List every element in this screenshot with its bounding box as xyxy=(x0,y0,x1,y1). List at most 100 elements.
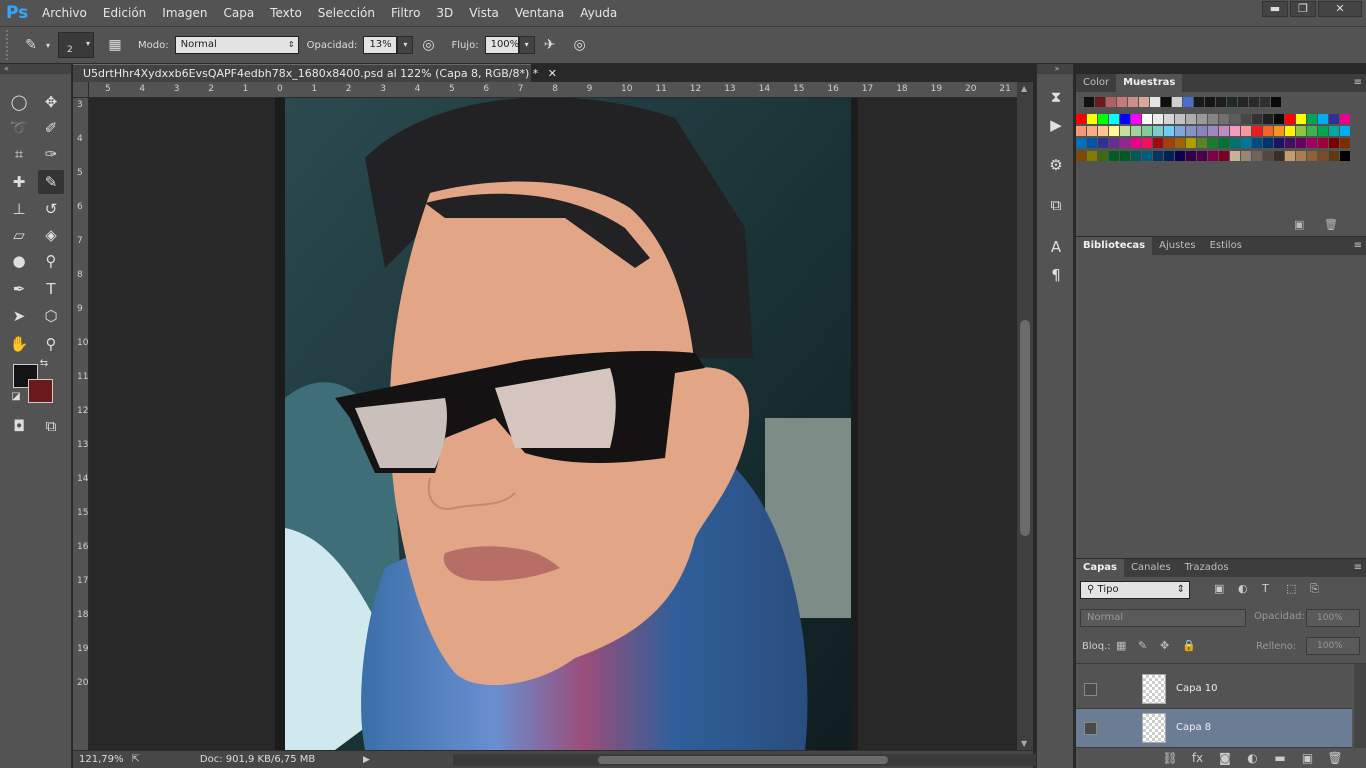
tools-collapse-icon[interactable]: « xyxy=(0,64,71,74)
blur-tool-icon[interactable]: ● xyxy=(6,249,32,273)
color-swatch[interactable] xyxy=(1241,150,1251,161)
color-swatch[interactable] xyxy=(1219,150,1229,161)
color-swatch[interactable] xyxy=(1274,138,1284,149)
recent-swatch[interactable] xyxy=(1128,97,1138,107)
healing-brush-icon[interactable]: ✚ xyxy=(6,170,32,194)
flow-field[interactable]: 100% xyxy=(484,36,519,54)
link-layers-icon[interactable]: ⛓ xyxy=(1158,749,1182,767)
color-swatch[interactable] xyxy=(1307,150,1317,161)
color-swatch[interactable] xyxy=(1252,126,1262,137)
layer-filter-dropdown[interactable]: ⚲ Tipo ⇕ xyxy=(1080,581,1190,599)
color-swatch[interactable] xyxy=(1285,126,1295,137)
menu-ventana[interactable]: Ventana xyxy=(507,0,572,26)
pressure-size-icon[interactable]: ◎ xyxy=(569,34,591,56)
add-mask-icon[interactable]: ◙ xyxy=(1213,749,1237,767)
lock-transparency-icon[interactable]: ▦ xyxy=(1116,639,1126,652)
tab-canales[interactable]: Canales xyxy=(1124,559,1178,577)
color-swatch[interactable] xyxy=(1164,114,1174,124)
layer-opacity-field[interactable]: 100% xyxy=(1306,609,1360,627)
color-swatch[interactable] xyxy=(1307,114,1317,124)
color-swatch[interactable] xyxy=(1318,150,1328,161)
color-swatch[interactable] xyxy=(1318,138,1328,149)
new-group-icon[interactable]: ▬ xyxy=(1268,749,1292,767)
recent-swatch[interactable] xyxy=(1227,97,1237,107)
tab-trazados[interactable]: Trazados xyxy=(1178,559,1236,577)
color-swatch[interactable] xyxy=(1241,126,1251,137)
color-swatch[interactable] xyxy=(1263,150,1273,161)
panel-menu-icon[interactable]: ≡ xyxy=(1354,74,1362,92)
recent-swatch[interactable] xyxy=(1084,97,1094,107)
recent-swatch[interactable] xyxy=(1194,97,1204,107)
color-swatch[interactable] xyxy=(1230,150,1240,161)
color-swatch[interactable] xyxy=(1120,114,1130,124)
clone-source-icon[interactable]: ⧉ xyxy=(1045,194,1067,216)
color-swatch[interactable] xyxy=(1285,114,1295,124)
brush-size-picker[interactable]: 2 ▾ xyxy=(58,32,95,58)
type-tool-icon[interactable]: T xyxy=(38,277,64,301)
trash-icon[interactable]: 🗑 xyxy=(1323,749,1347,767)
brush-preset-arrow-icon[interactable]: ▾ xyxy=(46,41,50,50)
color-swatch[interactable] xyxy=(1153,114,1163,124)
menu-ayuda[interactable]: Ayuda xyxy=(572,0,625,26)
color-swatch[interactable] xyxy=(1120,150,1130,161)
color-swatch[interactable] xyxy=(1109,114,1119,124)
color-swatch[interactable] xyxy=(1164,138,1174,149)
color-swatch[interactable] xyxy=(1087,126,1097,137)
brush-preset-icon[interactable]: ✎ xyxy=(20,34,42,56)
color-swatch[interactable] xyxy=(1087,114,1097,124)
quick-selection-icon[interactable]: ✐ xyxy=(38,116,64,140)
color-swatch[interactable] xyxy=(1274,126,1284,137)
close-icon[interactable]: ✕ xyxy=(548,67,557,80)
color-swatch[interactable] xyxy=(1076,126,1086,137)
color-swatch[interactable] xyxy=(1164,150,1174,161)
color-swatch[interactable] xyxy=(1307,138,1317,149)
color-swatch[interactable] xyxy=(1076,114,1086,124)
horizontal-scroll-thumb[interactable] xyxy=(598,756,888,764)
color-swatch[interactable] xyxy=(1131,150,1141,161)
color-swatch[interactable] xyxy=(1175,150,1185,161)
canvas-horizontal-scrollbar[interactable] xyxy=(453,754,1073,766)
recent-swatch[interactable] xyxy=(1161,97,1171,107)
trash-icon[interactable]: 🗑 xyxy=(1324,218,1338,231)
brush-panel-icon[interactable]: ▦ xyxy=(104,34,126,56)
color-swatch[interactable] xyxy=(1230,126,1240,137)
color-swatch[interactable] xyxy=(1197,138,1207,149)
color-swatch[interactable] xyxy=(1120,138,1130,149)
color-swatch[interactable] xyxy=(1340,114,1350,124)
layer-row[interactable]: Capa 10 xyxy=(1076,670,1352,709)
color-swatch[interactable] xyxy=(1208,126,1218,137)
pen-tool-icon[interactable]: ✒ xyxy=(6,277,32,301)
zoom-tool-icon[interactable]: ⚲ xyxy=(38,332,64,356)
menu-3d[interactable]: 3D xyxy=(428,0,461,26)
color-swatch[interactable] xyxy=(1296,150,1306,161)
color-swatch[interactable] xyxy=(1340,150,1350,161)
crop-tool-icon[interactable]: ⌗ xyxy=(6,142,32,166)
opacity-field[interactable]: 13% xyxy=(363,36,398,54)
color-swatch[interactable] xyxy=(1131,126,1141,137)
lasso-tool-icon[interactable]: ➰ xyxy=(6,116,32,140)
menu-vista[interactable]: Vista xyxy=(461,0,507,26)
history-brush-icon[interactable]: ↺ xyxy=(38,197,64,221)
color-swatch[interactable] xyxy=(1208,114,1218,124)
history-panel-icon[interactable]: ⧗ xyxy=(1045,86,1067,108)
color-swatch[interactable] xyxy=(1208,138,1218,149)
color-swatch[interactable] xyxy=(1164,126,1174,137)
character-panel-icon[interactable]: A xyxy=(1045,236,1067,258)
color-swatch[interactable] xyxy=(1153,126,1163,137)
hand-tool-icon[interactable]: ✋ xyxy=(6,332,32,356)
export-icon[interactable]: ⇱ xyxy=(132,754,140,765)
menu-texto[interactable]: Texto xyxy=(262,0,310,26)
brush-tool-icon[interactable]: ✎ xyxy=(38,170,64,194)
color-swatch[interactable] xyxy=(1186,138,1196,149)
color-swatch[interactable] xyxy=(1153,150,1163,161)
color-swatch[interactable] xyxy=(1263,138,1273,149)
lock-pixels-icon[interactable]: ✎ xyxy=(1138,639,1147,652)
recent-swatch[interactable] xyxy=(1172,97,1182,107)
color-swatch[interactable] xyxy=(1274,150,1284,161)
scroll-down-icon[interactable]: ▼ xyxy=(1021,739,1027,748)
color-swatch[interactable] xyxy=(1175,114,1185,124)
color-swatch[interactable] xyxy=(1252,150,1262,161)
swap-colors-icon[interactable]: ⇆ xyxy=(36,356,52,372)
color-swatch[interactable] xyxy=(1131,138,1141,149)
color-swatch[interactable] xyxy=(1175,126,1185,137)
